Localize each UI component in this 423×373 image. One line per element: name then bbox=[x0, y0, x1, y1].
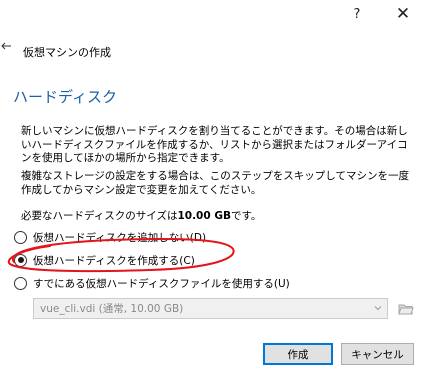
cancel-button[interactable]: キャンセル bbox=[341, 343, 414, 365]
disk-file-select[interactable]: vue_cli.vdi (通常, 10.00 GB) bbox=[33, 298, 388, 319]
radio-create-disk[interactable]: 仮想ハードディスクを作成する(C) bbox=[14, 252, 195, 268]
choose-disk-file-button[interactable] bbox=[395, 298, 416, 319]
radio-button[interactable] bbox=[14, 276, 27, 290]
radio-label: 仮想ハードディスクを作成する(C) bbox=[33, 254, 195, 267]
size-prefix: 必要なハードディスクのサイズは bbox=[21, 210, 178, 222]
wizard-title: 仮想マシンの作成 bbox=[23, 46, 111, 59]
radio-button-selected[interactable] bbox=[14, 253, 27, 267]
radio-button[interactable] bbox=[14, 230, 27, 244]
size-value: 10.00 GB bbox=[177, 210, 231, 222]
size-suffix: です。 bbox=[230, 210, 262, 222]
radio-no-disk[interactable]: 仮想ハードディスクを追加しない(D) bbox=[14, 229, 206, 245]
create-vm-dialog: ? ✕ 仮想マシンの作成 ハードディスク 新しいマシンに仮想ハードディスクを割り… bbox=[0, 0, 423, 373]
create-button[interactable]: 作成 bbox=[263, 343, 333, 365]
back-button[interactable] bbox=[0, 40, 14, 54]
chevron-down-icon bbox=[374, 304, 382, 312]
intro-paragraph: 新しいマシンに仮想ハードディスクを割り当てることができます。その場合は新しいハー… bbox=[21, 125, 408, 164]
folder-open-icon bbox=[397, 304, 414, 314]
arrow-left-icon bbox=[1, 42, 11, 50]
storage-note-paragraph: 複雑なストレージの設定をする場合は、このステップをスキップしてマシンを一度作成し… bbox=[21, 170, 409, 196]
radio-label: 仮想ハードディスクを追加しない(D) bbox=[33, 231, 207, 244]
required-size-line: 必要なハードディスクのサイズは10.00 GBです。 bbox=[21, 208, 261, 223]
page-heading: ハードディスク bbox=[13, 88, 117, 106]
close-button[interactable]: ✕ bbox=[388, 2, 418, 26]
help-button[interactable]: ? bbox=[342, 2, 372, 26]
disk-file-select-value: vue_cli.vdi (通常, 10.00 GB) bbox=[40, 303, 184, 315]
radio-existing-disk[interactable]: すでにある仮想ハードディスクファイルを使用する(U) bbox=[14, 275, 290, 291]
radio-label: すでにある仮想ハードディスクファイルを使用する(U) bbox=[33, 277, 290, 290]
